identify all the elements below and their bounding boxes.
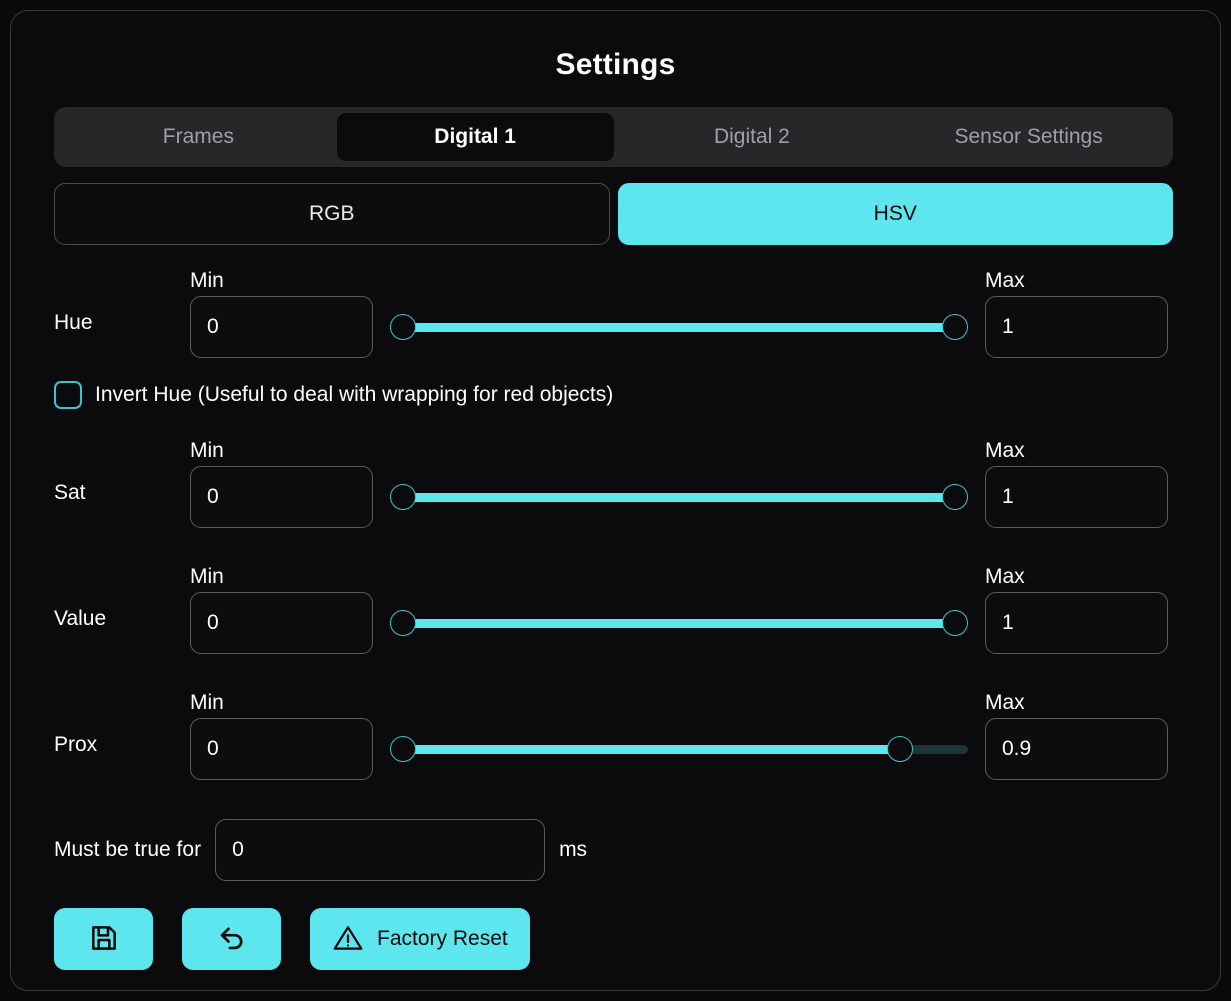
range-slider-prox[interactable]	[390, 736, 968, 762]
slider-handle-min-prox[interactable]	[390, 736, 416, 762]
invert-hue-row[interactable]: Invert Hue (Useful to deal with wrapping…	[54, 381, 613, 409]
revert-button[interactable]	[182, 908, 281, 970]
slider-handle-min-value[interactable]	[390, 610, 416, 636]
max-input-sat[interactable]: 1	[985, 466, 1168, 528]
max-label-sat: Max	[985, 439, 1025, 463]
slider-fill-prox	[403, 745, 900, 754]
channel-row-sat: Sat Min Max 0 1	[54, 439, 1173, 535]
color-mode-toggle: RGB HSV	[54, 183, 1173, 245]
min-label-hue: Min	[190, 269, 224, 293]
slider-handle-max-hue[interactable]	[942, 314, 968, 340]
max-label-value: Max	[985, 565, 1025, 589]
slider-handle-min-hue[interactable]	[390, 314, 416, 340]
min-label-sat: Min	[190, 439, 224, 463]
channel-label-prox: Prox	[54, 733, 97, 757]
max-label-prox: Max	[985, 691, 1025, 715]
channel-label-value: Value	[54, 607, 106, 631]
max-input-value[interactable]: 1	[985, 592, 1168, 654]
factory-reset-label: Factory Reset	[377, 927, 508, 951]
channel-row-prox: Prox Min Max 0 0.9	[54, 691, 1173, 787]
min-label-prox: Min	[190, 691, 224, 715]
max-input-prox[interactable]: 0.9	[985, 718, 1168, 780]
invert-hue-label: Invert Hue (Useful to deal with wrapping…	[95, 383, 613, 407]
max-input-hue[interactable]: 1	[985, 296, 1168, 358]
tab-frames[interactable]: Frames	[60, 113, 337, 161]
min-input-prox[interactable]: 0	[190, 718, 373, 780]
invert-hue-checkbox[interactable]	[54, 381, 82, 409]
slider-handle-max-sat[interactable]	[942, 484, 968, 510]
range-slider-value[interactable]	[390, 610, 968, 636]
page-title: Settings	[11, 11, 1220, 82]
range-slider-sat[interactable]	[390, 484, 968, 510]
color-mode-hsv-button[interactable]: HSV	[618, 183, 1174, 245]
slider-handle-max-prox[interactable]	[887, 736, 913, 762]
settings-window: Settings Frames Digital 1 Digital 2 Sens…	[10, 10, 1221, 991]
undo-arrow-icon	[215, 921, 249, 958]
slider-handle-max-value[interactable]	[942, 610, 968, 636]
factory-reset-button[interactable]: Factory Reset	[310, 908, 530, 970]
channel-label-sat: Sat	[54, 481, 86, 505]
tab-bar: Frames Digital 1 Digital 2 Sensor Settin…	[54, 107, 1173, 167]
slider-fill-hue	[403, 323, 955, 332]
slider-fill-sat	[403, 493, 955, 502]
action-button-row: Factory Reset	[54, 908, 530, 970]
tab-digital-2[interactable]: Digital 2	[614, 113, 891, 161]
must-be-true-row: Must be true for 0 ms	[54, 819, 587, 881]
tab-sensor-settings[interactable]: Sensor Settings	[890, 113, 1167, 161]
save-button[interactable]	[54, 908, 153, 970]
min-input-sat[interactable]: 0	[190, 466, 373, 528]
slider-handle-min-sat[interactable]	[390, 484, 416, 510]
channel-label-hue: Hue	[54, 311, 93, 335]
tab-digital-1[interactable]: Digital 1	[337, 113, 614, 161]
must-be-true-unit-label: ms	[559, 838, 587, 862]
max-label-hue: Max	[985, 269, 1025, 293]
floppy-disk-icon	[88, 922, 120, 957]
slider-fill-value	[403, 619, 955, 628]
min-label-value: Min	[190, 565, 224, 589]
min-input-value[interactable]: 0	[190, 592, 373, 654]
must-be-true-input[interactable]: 0	[215, 819, 545, 881]
color-mode-rgb-button[interactable]: RGB	[54, 183, 610, 245]
min-input-hue[interactable]: 0	[190, 296, 373, 358]
warning-triangle-icon	[332, 922, 364, 957]
range-slider-hue[interactable]	[390, 314, 968, 340]
must-be-true-prefix-label: Must be true for	[54, 838, 201, 862]
channel-row-value: Value Min Max 0 1	[54, 565, 1173, 661]
channel-row-hue: Hue Min Max 0 1	[54, 269, 1173, 365]
